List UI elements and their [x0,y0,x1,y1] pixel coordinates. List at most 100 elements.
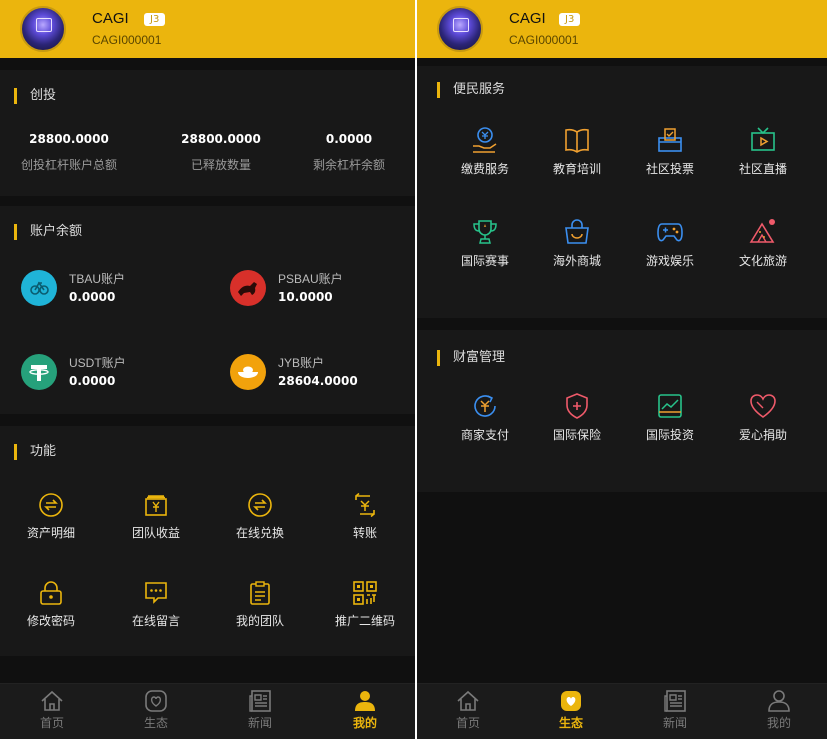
shield-plus-icon [566,393,588,419]
bottom-tab-bar: 首页 生态 新闻 我的 [417,683,827,739]
tab-news[interactable]: 新闻 [635,690,715,731]
func-label: 在线兑换 [235,526,284,540]
tab-label: 首页 [39,716,64,730]
tab-mine[interactable]: 我的 [325,690,405,731]
wealth-label: 爱心捐助 [738,428,787,442]
service-label: 社区直播 [738,162,787,176]
heart-outline-icon [750,394,776,418]
service-vote[interactable]: 社区投票 [618,126,722,186]
user-name: CAGI [509,10,546,27]
account-name: JYB账户 [278,356,325,370]
func-change-password[interactable]: 修改密码 [0,580,103,640]
wealth-merchant-pay[interactable]: 商家支付 [433,392,537,452]
service-payment[interactable]: 缴费服务 [433,126,537,186]
tab-ecology[interactable]: 生态 [116,690,196,731]
tab-label: 我的 [766,716,791,730]
shopping-bag-icon [565,219,589,244]
func-team-income[interactable]: 团队收益 [104,492,208,552]
tv-play-icon [751,127,775,151]
avatar[interactable] [20,6,66,52]
service-label: 社区投票 [645,162,694,176]
section-title: 功能 [14,444,56,460]
service-education[interactable]: 教育培训 [525,126,629,186]
func-label: 转账 [352,526,377,540]
user-level-badge: J3 [559,13,581,26]
tab-label: 生态 [558,716,583,730]
func-asset-detail[interactable]: 资产明细 [0,492,103,552]
tab-news[interactable]: 新闻 [220,690,300,731]
service-label: 海外商城 [552,254,601,268]
account-name: PSBAU账户 [278,272,343,286]
wealth-label: 国际保险 [552,428,601,442]
stat-value: 28800.0000 [181,132,261,146]
account-tbau[interactable]: TBAU账户 0.0000 [21,270,211,310]
service-label: 教育培训 [552,162,601,176]
qrcode-icon [353,581,377,605]
profile-header: CAGI J3 CAGI000001 [0,0,415,58]
func-label: 推广二维码 [334,614,395,628]
section-title: 财富管理 [437,350,505,366]
bottom-tab-bar: 首页 生态 新闻 我的 [0,683,415,739]
tab-home[interactable]: 首页 [428,690,508,731]
home-icon [457,690,479,711]
stat-released: 28800.0000 已释放数量 [152,132,290,173]
account-usdt[interactable]: USDT账户 0.0000 [21,354,211,394]
service-label: 国际赛事 [460,254,509,268]
user-id: CAGI000001 [92,33,162,47]
wealth-insurance[interactable]: 国际保险 [525,392,629,452]
invest-section: 创投 28800.0000 创投杠杆账户总额 28800.0000 已释放数量 … [0,70,415,196]
func-label: 在线留言 [131,614,180,628]
account-psbau[interactable]: PSBAU账户 10.0000 [230,270,415,310]
func-label: 修改密码 [26,614,75,628]
func-qrcode[interactable]: 推广二维码 [313,580,415,640]
message-icon [145,582,167,604]
service-mall[interactable]: 海外商城 [525,218,629,278]
news-icon [249,690,271,712]
func-my-team[interactable]: 我的团队 [208,580,312,640]
account-balance: 0.0000 [69,290,116,304]
yuan-box-icon [145,495,167,516]
payment-hand-icon [473,127,497,153]
stat-value: 28800.0000 [29,132,109,146]
tent-icon [749,219,775,243]
tab-label: 首页 [455,716,480,730]
wealth-investment[interactable]: 国际投资 [618,392,722,452]
chart-card-icon [658,394,682,418]
ecology-screen: CAGI J3 CAGI000001 便民服务 缴费服务 教育培训 社区投票 社… [417,0,827,739]
account-name: TBAU账户 [69,272,126,286]
wealth-donation[interactable]: 爱心捐助 [711,392,815,452]
user-name: CAGI [92,10,129,27]
service-live[interactable]: 社区直播 [711,126,815,186]
func-online-message[interactable]: 在线留言 [104,580,208,640]
func-transfer[interactable]: 转账 [313,492,415,552]
user-level-badge: J3 [144,13,166,26]
avatar[interactable] [437,6,483,52]
account-balance: 28604.0000 [278,374,358,388]
ballot-box-icon [658,128,682,152]
exchange-circle-icon [39,493,63,517]
tab-mine[interactable]: 我的 [739,690,819,731]
service-label: 缴费服务 [460,162,509,176]
news-icon [664,690,686,712]
service-tourism[interactable]: 文化旅游 [711,218,815,278]
tab-label: 新闻 [662,716,687,730]
tab-home[interactable]: 首页 [12,690,92,731]
account-jyb[interactable]: JYB账户 28604.0000 [230,354,415,394]
stat-label: 已释放数量 [190,158,251,172]
exchange-circle-icon [248,493,272,517]
tbau-coin-icon [21,270,57,306]
func-online-exchange[interactable]: 在线兑换 [208,492,312,552]
service-games[interactable]: 游戏娱乐 [618,218,722,278]
service-sports[interactable]: 国际赛事 [433,218,537,278]
heart-icon [145,690,167,712]
home-icon [41,690,63,711]
tab-ecology[interactable]: 生态 [531,690,611,731]
wealth-section: 财富管理 商家支付 国际保险 国际投资 爱心捐助 [417,330,827,492]
clipboard-icon [250,581,270,605]
func-label: 团队收益 [131,526,180,540]
wealth-label: 国际投资 [645,428,694,442]
user-icon [355,691,375,711]
tether-icon [21,354,57,390]
account-balance: 10.0000 [278,290,333,304]
stat-remaining: 0.0000 剩余杠杆余额 [280,132,415,173]
